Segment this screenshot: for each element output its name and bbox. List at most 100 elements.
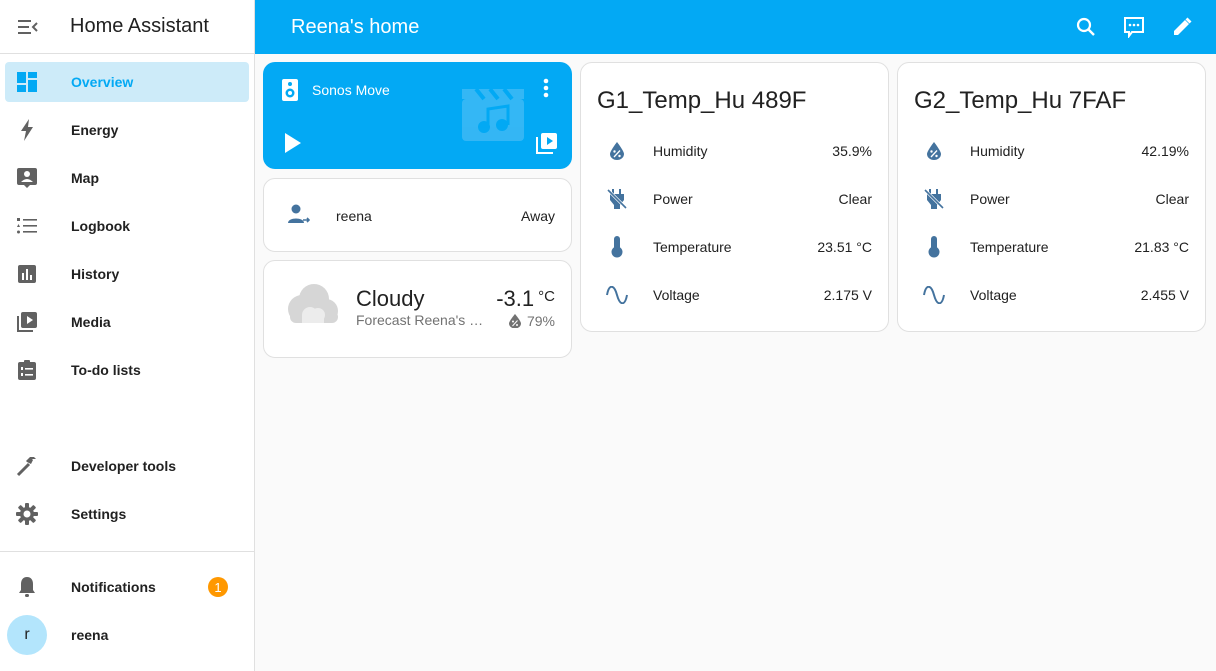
sidebar-item-overview[interactable]: Overview <box>5 62 249 102</box>
play-box-multiple-icon <box>536 133 557 154</box>
humidity-value: 79% <box>526 313 555 329</box>
browse-media-button[interactable] <box>536 132 558 159</box>
search-icon <box>1076 17 1095 36</box>
person-entity-card[interactable]: reena Away <box>263 178 572 252</box>
entity-label: Temperature <box>970 239 1049 255</box>
account-box-map-icon <box>15 166 39 190</box>
card-title: G2_Temp_Hu 7FAF <box>914 87 1127 114</box>
water-percent-icon <box>914 131 954 171</box>
speaker-icon <box>282 79 298 101</box>
entities-card: G2_Temp_Hu 7FAF Humidity 42.19% Power Cl… <box>897 62 1206 332</box>
menu-collapse-icon <box>18 19 38 34</box>
water-percent-icon <box>508 314 521 328</box>
weather-forecast-card[interactable]: Cloudy Forecast Reena's home -3.1°C 79% <box>263 260 572 358</box>
entity-value: Clear <box>1155 191 1189 207</box>
sidebar-item-energy[interactable]: Energy <box>5 110 249 150</box>
toolbar-actions <box>1058 7 1202 47</box>
play-icon <box>285 133 301 153</box>
entity-value: Clear <box>838 191 872 207</box>
sidebar-item-label: Energy <box>71 122 119 138</box>
entity-value: 35.9% <box>832 143 872 159</box>
sidebar-item-history[interactable]: History <box>5 254 249 294</box>
avatar: r <box>7 615 47 655</box>
edit-dashboard-button[interactable] <box>1162 7 1202 47</box>
entity-row-voltage[interactable]: Voltage 2.175 V <box>597 275 872 315</box>
weather-state: Cloudy <box>356 286 425 311</box>
entity-value: 21.83 °C <box>1134 239 1189 255</box>
entity-label: Voltage <box>970 287 1017 303</box>
app-title: Home Assistant <box>70 15 209 37</box>
assist-button[interactable] <box>1114 7 1154 47</box>
entity-row-voltage[interactable]: Voltage 2.455 V <box>914 275 1189 315</box>
card-title: G1_Temp_Hu 489F <box>597 87 807 114</box>
entity-value: 2.175 V <box>823 287 872 303</box>
entity-value: 42.19% <box>1141 143 1189 159</box>
sidebar-item-label: Overview <box>71 74 134 90</box>
person-name: reena <box>336 208 372 224</box>
thermometer-icon <box>914 227 954 267</box>
view-dashboard-icon <box>15 70 39 94</box>
entity-label: Power <box>970 191 1010 207</box>
dots-vertical-icon <box>543 78 549 98</box>
water-percent-icon <box>597 131 637 171</box>
notification-badge: 1 <box>208 577 228 597</box>
sidebar-item-notifications[interactable]: Notifications 1 <box>5 567 249 607</box>
temperature-unit: °C <box>538 288 555 305</box>
more-options-button[interactable] <box>534 76 558 100</box>
entity-row-power[interactable]: Power Clear <box>914 179 1189 219</box>
entity-value: 2.455 V <box>1140 287 1189 303</box>
weather-humidity: 79% <box>508 313 555 329</box>
entity-label: Humidity <box>653 143 708 159</box>
chart-box-icon <box>15 262 39 286</box>
sidebar-item-developer-tools[interactable]: Developer tools <box>5 446 249 486</box>
sine-wave-icon <box>597 275 637 315</box>
lightning-bolt-icon <box>15 118 39 142</box>
sidebar-item-logbook[interactable]: Logbook <box>5 206 249 246</box>
weather-temperature: -3.1 °C <box>496 286 555 312</box>
entity-row-humidity[interactable]: Humidity 42.19% <box>914 131 1189 171</box>
entities-card: G1_Temp_Hu 489F Humidity 35.9% Power Cle… <box>580 62 889 332</box>
clipboard-list-icon <box>15 358 39 382</box>
cloudy-weather-icon <box>288 284 338 323</box>
media-player-card[interactable]: Sonos Move <box>263 62 572 169</box>
search-button[interactable] <box>1066 7 1106 47</box>
play-box-multiple-icon <box>15 310 39 334</box>
entity-value: 23.51 °C <box>817 239 872 255</box>
entity-row-temperature[interactable]: Temperature 23.51 °C <box>597 227 872 267</box>
sidebar-divider <box>0 551 254 552</box>
sidebar-header: Home Assistant <box>0 0 254 54</box>
weather-entity-name: Forecast Reena's home <box>356 312 486 328</box>
movie-music-icon <box>462 89 524 141</box>
sidebar-item-label: Developer tools <box>71 458 177 474</box>
entity-row-humidity[interactable]: Humidity 35.9% <box>597 131 872 171</box>
entity-label: Voltage <box>653 287 700 303</box>
sidebar-item-todo[interactable]: To-do lists <box>5 350 249 390</box>
format-list-bulleted-icon <box>15 214 39 238</box>
sidebar-item-settings[interactable]: Settings <box>5 494 249 534</box>
person-state: Away <box>521 208 555 224</box>
play-button[interactable] <box>283 132 303 159</box>
sidebar-item-label: Notifications <box>71 579 156 595</box>
top-app-bar: Reena's home <box>255 0 1216 54</box>
sidebar-item-label: Map <box>71 170 99 186</box>
sidebar-item-media[interactable]: Media <box>5 302 249 342</box>
cog-icon <box>15 502 39 526</box>
sidebar-item-label: History <box>71 266 120 282</box>
sidebar-item-user[interactable]: r reena <box>5 615 249 655</box>
hammer-icon <box>15 454 39 478</box>
sidebar-item-label: Settings <box>71 506 127 522</box>
thermometer-icon <box>597 227 637 267</box>
sine-wave-icon <box>914 275 954 315</box>
sidebar-toggle-button[interactable] <box>0 0 56 54</box>
entity-row-temperature[interactable]: Temperature 21.83 °C <box>914 227 1189 267</box>
edit-icon <box>1174 17 1192 35</box>
dashboard-title: Reena's home <box>291 15 420 38</box>
media-player-name: Sonos Move <box>312 82 390 98</box>
temperature-value: -3.1 <box>496 286 535 311</box>
power-plug-off-icon <box>914 179 954 219</box>
sidebar-item-label: To-do lists <box>71 362 141 378</box>
sidebar-item-map[interactable]: Map <box>5 158 249 198</box>
entity-label: Humidity <box>970 143 1025 159</box>
sidebar-item-label: Media <box>71 314 111 330</box>
entity-row-power[interactable]: Power Clear <box>597 179 872 219</box>
